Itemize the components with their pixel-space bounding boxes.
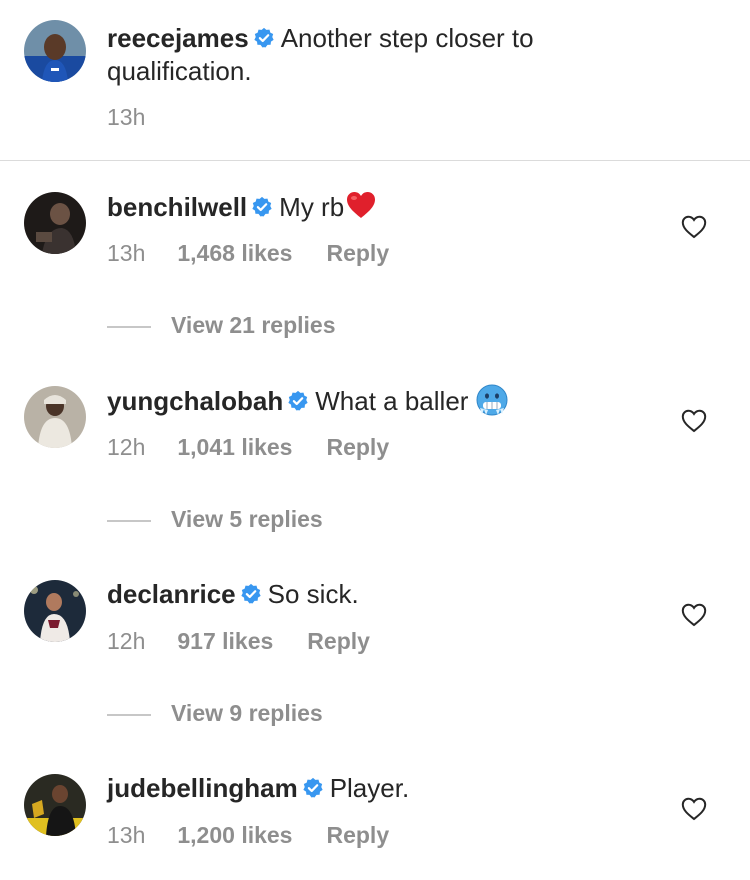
- timestamp: 13h: [107, 104, 146, 130]
- reply-button[interactable]: Reply: [307, 628, 370, 655]
- avatar[interactable]: [24, 192, 86, 254]
- view-replies-label: View 9 replies: [171, 700, 323, 726]
- likes-count[interactable]: 1,468 likes: [177, 240, 292, 267]
- replies-dash: [107, 519, 151, 522]
- verified-badge-icon: [288, 390, 308, 411]
- replies-dash: [107, 713, 151, 716]
- timestamp: 12h: [107, 628, 146, 654]
- reply-button[interactable]: Reply: [326, 240, 389, 267]
- cold-face-emoji: [476, 384, 508, 416]
- heart-outline-icon[interactable]: [681, 797, 707, 821]
- reply-button[interactable]: Reply: [326, 822, 389, 849]
- avatar[interactable]: [24, 774, 86, 836]
- timestamp: 12h: [107, 434, 146, 460]
- view-replies-button[interactable]: View 21 replies: [107, 312, 336, 339]
- verified-badge-icon: [303, 777, 323, 798]
- comment-text: My rb: [279, 192, 345, 222]
- username[interactable]: reecejames: [107, 23, 249, 53]
- red-heart-emoji: [347, 192, 376, 218]
- verified-badge-icon: [252, 196, 272, 217]
- username[interactable]: declanrice: [107, 579, 236, 609]
- timestamp: 13h: [107, 822, 146, 848]
- timestamp: 13h: [107, 240, 146, 266]
- reply-button[interactable]: Reply: [326, 434, 389, 461]
- view-replies-label: View 5 replies: [171, 506, 323, 532]
- heart-outline-icon[interactable]: [681, 409, 707, 433]
- view-replies-label: View 21 replies: [171, 312, 336, 338]
- heart-outline-icon[interactable]: [681, 215, 707, 239]
- likes-count[interactable]: 917 likes: [177, 628, 273, 655]
- avatar[interactable]: [24, 386, 86, 448]
- verified-badge-icon: [254, 27, 274, 48]
- likes-count[interactable]: 1,200 likes: [177, 822, 292, 849]
- comment-text: So sick.: [267, 579, 359, 609]
- username[interactable]: yungchalobah: [107, 386, 283, 416]
- avatar[interactable]: [24, 580, 86, 642]
- verified-badge-icon: [241, 583, 261, 604]
- heart-outline-icon[interactable]: [681, 603, 707, 627]
- divider: [0, 160, 750, 161]
- comment-text: What a baller: [315, 386, 469, 416]
- comment-text: Player.: [329, 773, 410, 803]
- view-replies-button[interactable]: View 9 replies: [107, 700, 323, 727]
- view-replies-button[interactable]: View 5 replies: [107, 506, 323, 533]
- likes-count[interactable]: 1,041 likes: [177, 434, 292, 461]
- username[interactable]: benchilwell: [107, 192, 247, 222]
- replies-dash: [107, 325, 151, 328]
- username[interactable]: judebellingham: [107, 773, 298, 803]
- avatar[interactable]: [24, 20, 86, 82]
